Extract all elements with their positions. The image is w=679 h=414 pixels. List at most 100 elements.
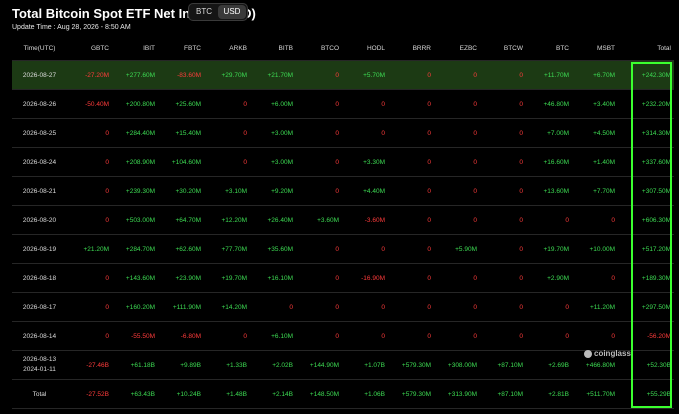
toggle-usd-button[interactable]: USD bbox=[218, 5, 246, 19]
watermark: coinglass bbox=[584, 349, 631, 358]
column-header: Time(UTC) bbox=[12, 36, 70, 61]
flow-cell: -3.60M bbox=[342, 205, 388, 235]
column-header: BRRR bbox=[388, 36, 434, 61]
flow-cell: +4.50M bbox=[572, 118, 618, 148]
flow-cell: 0 bbox=[296, 263, 342, 293]
flow-cell: +4.40M bbox=[342, 176, 388, 206]
flow-cell: 0 bbox=[434, 147, 480, 177]
flow-cell: 0 bbox=[480, 118, 526, 148]
flow-cell: +10.24B bbox=[158, 379, 204, 409]
flow-cell: +503.00M bbox=[112, 205, 158, 235]
flow-cell: 0 bbox=[204, 147, 250, 177]
flow-cell: +6.70M bbox=[572, 60, 618, 90]
flow-cell: +64.70M bbox=[158, 205, 204, 235]
row-date-cell: 2026-08-17 bbox=[12, 292, 70, 322]
row-date-cell: 2026-08-20 bbox=[12, 205, 70, 235]
flow-cell: +6.00M bbox=[250, 89, 296, 119]
row-date-cell: 2026-08-25 bbox=[12, 118, 70, 148]
row-date-cell: 2026-08-19 bbox=[12, 234, 70, 264]
table-row: Total -27.52B +63.43B +10.24B +1.48B +2.14B +1… bbox=[12, 379, 674, 409]
flow-cell: 0 bbox=[434, 118, 480, 148]
flow-cell: -50.40M bbox=[70, 89, 112, 119]
flow-cell: +87.10M bbox=[480, 350, 526, 380]
flow-cell: 0 bbox=[434, 89, 480, 119]
flow-cell: +297.50M bbox=[618, 292, 674, 322]
flow-cell: 0 bbox=[342, 321, 388, 351]
flow-cell: +29.70M bbox=[204, 60, 250, 90]
flow-cell: +1.48B bbox=[204, 379, 250, 409]
flow-cell: +87.10M bbox=[480, 379, 526, 409]
flow-cell: +284.40M bbox=[112, 118, 158, 148]
flow-cell: 0 bbox=[526, 292, 572, 322]
flow-cell: +5.90M bbox=[434, 234, 480, 264]
flow-cell: 0 bbox=[296, 118, 342, 148]
table-row: 2026-08-25 0 +284.40M +15.40M 0 +3.00M 0 0 0 0 0 +7… bbox=[12, 118, 674, 148]
flow-cell: 0 bbox=[342, 89, 388, 119]
flow-cell: 0 bbox=[250, 292, 296, 322]
column-header: Total bbox=[618, 36, 674, 61]
flow-cell: +46.80M bbox=[526, 89, 572, 119]
flow-cell: +3.10M bbox=[204, 176, 250, 206]
flow-cell: 0 bbox=[434, 205, 480, 235]
row-date-cell: 2026-08-21 bbox=[12, 176, 70, 206]
flow-cell: 0 bbox=[480, 147, 526, 177]
flow-cell: 0 bbox=[480, 176, 526, 206]
flow-cell: +77.70M bbox=[204, 234, 250, 264]
flow-cell: -6.80M bbox=[158, 321, 204, 351]
table-row: 2026-08-14 0 -55.50M -6.80M 0 +6.10M 0 0 0 0 0 0 0 -5… bbox=[12, 321, 674, 351]
flow-cell: +308.00M bbox=[434, 350, 480, 380]
flow-cell: 0 bbox=[204, 118, 250, 148]
flow-cell: 0 bbox=[342, 118, 388, 148]
flow-cell: 0 bbox=[388, 292, 434, 322]
column-header: BTC bbox=[526, 36, 572, 61]
flow-cell: 0 bbox=[480, 292, 526, 322]
flow-cell: 0 bbox=[480, 60, 526, 90]
flow-cell: 0 bbox=[388, 234, 434, 264]
toggle-btc-button[interactable]: BTC bbox=[190, 5, 218, 19]
flow-cell: +21.70M bbox=[250, 60, 296, 90]
flow-cell: +337.60M bbox=[618, 147, 674, 177]
flow-cell: +2.14B bbox=[250, 379, 296, 409]
currency-toggle[interactable]: BTC USD bbox=[188, 3, 248, 21]
flow-cell: 0 bbox=[204, 89, 250, 119]
column-header: BTCW bbox=[480, 36, 526, 61]
flow-cell: +3.00M bbox=[250, 118, 296, 148]
flow-cell: 0 bbox=[526, 321, 572, 351]
table-row: 2026-08-21 0 +239.30M +30.20M +3.10M +9.20M 0 +… bbox=[12, 176, 674, 206]
flow-cell: 0 bbox=[388, 118, 434, 148]
flow-cell: +7.00M bbox=[526, 118, 572, 148]
flow-cell: 0 bbox=[296, 321, 342, 351]
table-row: 2026-08-13 2024-01-11 -27.46B +61.18B +9.89B… bbox=[12, 350, 674, 380]
flow-cell: 0 bbox=[480, 89, 526, 119]
flow-cell: +160.20M bbox=[112, 292, 158, 322]
flow-cell: +189.30M bbox=[618, 263, 674, 293]
flow-cell: 0 bbox=[388, 176, 434, 206]
flow-cell: 0 bbox=[572, 263, 618, 293]
flow-cell: +2.69B bbox=[526, 350, 572, 380]
flow-cell: +21.20M bbox=[70, 234, 112, 264]
flow-cell: +3.40M bbox=[572, 89, 618, 119]
flow-cell: +2.02B bbox=[250, 350, 296, 380]
flow-cell: +61.18B bbox=[112, 350, 158, 380]
table-row: 2026-08-17 0 +160.20M +111.90M +14.20M 0 0 0 0 0 0… bbox=[12, 292, 674, 322]
row-date-cell: 2026-08-13 2024-01-11 bbox=[12, 350, 70, 380]
flow-cell: +23.90M bbox=[158, 263, 204, 293]
flow-cell: +1.40M bbox=[572, 147, 618, 177]
column-header: EZBC bbox=[434, 36, 480, 61]
flow-cell: +11.20M bbox=[572, 292, 618, 322]
row-date-cell: 2026-08-24 bbox=[12, 147, 70, 177]
flow-cell: 0 bbox=[70, 147, 112, 177]
flow-cell: +11.70M bbox=[526, 60, 572, 90]
flow-cell: 0 bbox=[480, 321, 526, 351]
flow-cell: +284.70M bbox=[112, 234, 158, 264]
flow-cell: +9.89B bbox=[158, 350, 204, 380]
column-header: HODL bbox=[342, 36, 388, 61]
flow-cell: +10.00M bbox=[572, 234, 618, 264]
flow-cell: +143.60M bbox=[112, 263, 158, 293]
flow-cell: +314.30M bbox=[618, 118, 674, 148]
table-row: 2026-08-24 0 +208.90M +104.60M 0 +3.00M 0 +3.30… bbox=[12, 147, 674, 177]
flow-cell: 0 bbox=[296, 60, 342, 90]
flow-cell: +63.43B bbox=[112, 379, 158, 409]
flow-cell: 0 bbox=[342, 234, 388, 264]
flow-cell: 0 bbox=[296, 234, 342, 264]
